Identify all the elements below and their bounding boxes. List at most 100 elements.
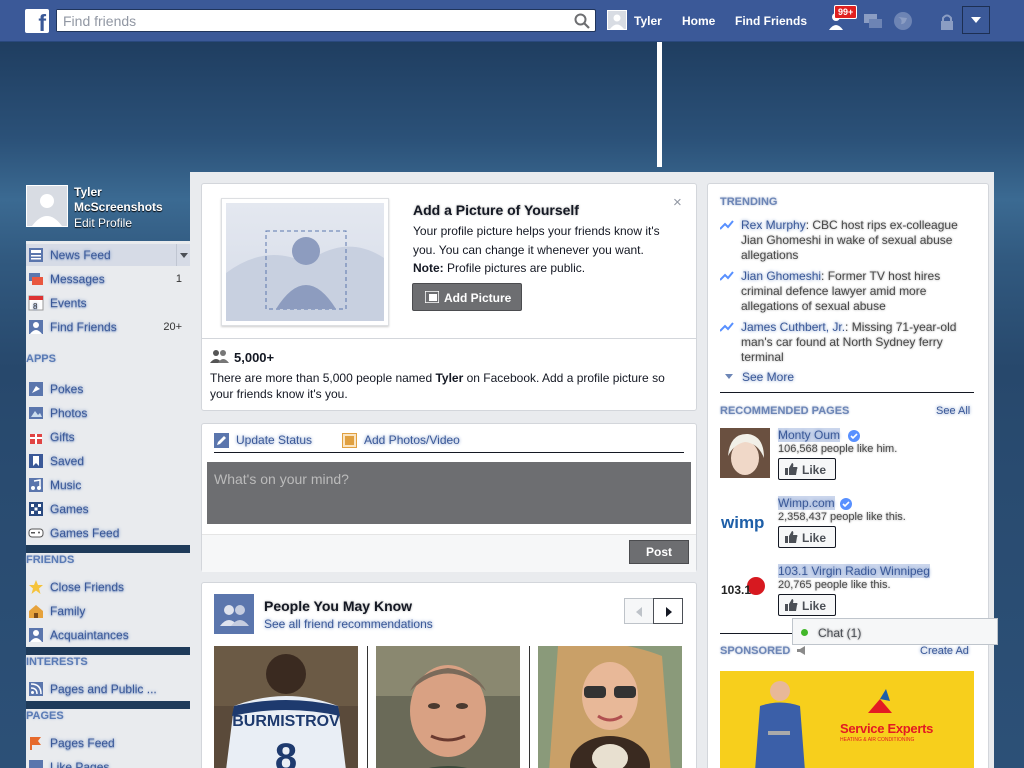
sidebar-item-label: Messages — [50, 272, 105, 286]
sidebar-item-label: Events — [50, 296, 87, 310]
profile-picture-placeholder[interactable] — [221, 198, 389, 326]
see-all-recommendations-link[interactable]: See all friend recommendations — [264, 617, 433, 631]
left-sidebar: News Feed Messages 1 8 Events Find Frien… — [26, 241, 190, 768]
find-friends-link[interactable]: Find Friends — [735, 14, 807, 28]
page-name-link[interactable]: Wimp.com — [778, 496, 835, 510]
page-thumbnail[interactable] — [720, 428, 770, 478]
sidebar-item-pages-and-public[interactable]: Pages and Public ... — [26, 678, 190, 700]
divider — [720, 392, 974, 393]
sponsored-ad-image[interactable]: Service Experts HEATING & AIR CONDITIONI… — [720, 671, 974, 768]
facebook-logo[interactable]: f — [25, 9, 49, 33]
post-button[interactable]: Post — [629, 540, 689, 564]
trending-item[interactable]: Jian Ghomeshi: Former TV host hires crim… — [720, 269, 970, 314]
verified-badge-icon — [840, 498, 852, 510]
search-icon[interactable] — [573, 12, 591, 30]
page-thumbnail[interactable]: wimp — [720, 496, 770, 546]
sidebar-item-news-feed[interactable]: News Feed — [26, 244, 190, 266]
svg-text:103.1: 103.1 — [721, 583, 751, 597]
page-name-link[interactable]: 103.1 Virgin Radio Winnipeg — [778, 564, 930, 578]
games-icon — [29, 502, 43, 516]
sidebar-item-like-pages[interactable]: Like Pages — [26, 756, 190, 768]
megaphone-icon — [797, 646, 806, 655]
sidebar-item-pages-feed[interactable]: Pages Feed — [26, 732, 190, 754]
user-avatar[interactable] — [607, 10, 627, 30]
home-link[interactable]: Home — [682, 14, 715, 28]
trending-arrow-icon — [720, 220, 734, 230]
see-all-link[interactable]: See All — [936, 405, 970, 417]
like-button[interactable]: Like — [778, 594, 836, 616]
sidebar-item-photos[interactable]: Photos — [26, 402, 190, 424]
sidebar-item-music[interactable]: Music — [26, 474, 190, 496]
svg-text:8: 8 — [275, 736, 297, 768]
photo-icon — [342, 433, 357, 448]
messages-icon[interactable] — [862, 10, 884, 32]
sidebar-item-label: Pages and Public ... — [50, 682, 157, 696]
recommended-page: 103.1 103.1 Virgin Radio Winnipeg 20,765… — [720, 564, 980, 624]
like-button[interactable]: Like — [778, 458, 836, 480]
svg-text:BURMISTROV: BURMISTROV — [232, 713, 340, 730]
music-icon — [29, 478, 43, 492]
sidebar-item-gifts[interactable]: Gifts — [26, 426, 190, 448]
svg-text:8: 8 — [33, 302, 38, 311]
trending-arrow-icon — [720, 322, 734, 332]
news-feed-options-button[interactable] — [176, 244, 190, 266]
recommended-page: Monty Oum 106,568 people like him. Like — [720, 428, 980, 488]
sidebar-item-games-feed[interactable]: Games Feed — [26, 522, 190, 544]
sidebar-item-family[interactable]: Family — [26, 600, 190, 622]
profile-avatar[interactable] — [26, 185, 68, 227]
previous-button[interactable] — [624, 598, 654, 624]
people-icon — [214, 594, 254, 634]
search-input[interactable] — [57, 10, 557, 31]
sidebar-item-label: Family — [50, 604, 86, 618]
sidebar-item-messages[interactable]: Messages 1 — [26, 268, 190, 290]
sidebar-item-label: Pokes — [50, 382, 84, 396]
sidebar-item-label: Games Feed — [50, 526, 120, 540]
trending-item[interactable]: Rex Murphy: CBC host rips ex-colleague J… — [720, 218, 970, 263]
online-status-icon — [801, 629, 808, 636]
top-bar: f Tyler Home Find Friends 99+ — [0, 0, 1024, 42]
chevron-down-icon — [971, 17, 981, 23]
next-button[interactable] — [653, 598, 683, 624]
profile-name[interactable]: Tyler McScreenshots — [74, 185, 184, 215]
trending-item[interactable]: James Cuthbert, Jr.: Missing 71-year-old… — [720, 320, 970, 365]
sidebar-section-interests: INTERESTS — [26, 647, 190, 669]
like-button[interactable]: Like — [778, 526, 836, 548]
composer-tabs: Update Status Add Photos/Video — [214, 431, 684, 453]
sidebar-item-events[interactable]: 8 Events — [26, 292, 190, 314]
sidebar-item-find-friends[interactable]: Find Friends 20+ — [26, 316, 190, 338]
flag-icon — [30, 737, 41, 750]
settings-dropdown-button[interactable] — [962, 6, 990, 34]
profile-card: Tyler McScreenshots Edit Profile — [26, 183, 190, 233]
like-pages-icon — [29, 760, 43, 768]
chat-bar[interactable]: Chat (1) — [792, 618, 998, 645]
sidebar-item-acquaintances[interactable]: Acquaintances — [26, 624, 190, 646]
sidebar-item-saved[interactable]: Saved — [26, 450, 190, 472]
privacy-lock-icon[interactable] — [938, 12, 960, 34]
tab-update-status[interactable]: Update Status — [236, 433, 312, 447]
user-name-link[interactable]: Tyler — [634, 14, 662, 28]
news-feed-icon — [29, 248, 43, 262]
chevron-down-icon — [180, 253, 188, 258]
sidebar-item-close-friends[interactable]: Close Friends — [26, 576, 190, 598]
trending-header: TRENDING — [720, 196, 778, 208]
tab-add-photos-video[interactable]: Add Photos/Video — [364, 433, 460, 447]
page-thumbnail[interactable]: 103.1 — [720, 564, 770, 614]
close-icon[interactable]: × — [673, 194, 682, 211]
create-ad-link[interactable]: Create Ad — [920, 645, 969, 657]
notification-count-badge: 99+ — [834, 5, 858, 19]
divider — [529, 646, 530, 768]
status-input[interactable]: What's on your mind? — [207, 462, 691, 524]
globe-icon[interactable] — [892, 10, 914, 32]
sidebar-item-games[interactable]: Games — [26, 498, 190, 520]
suggested-person-photo[interactable] — [376, 646, 520, 768]
divider — [202, 338, 696, 339]
add-picture-button[interactable]: Add Picture — [412, 283, 522, 311]
see-more-link[interactable]: See More — [742, 370, 794, 384]
status-composer: Update Status Add Photos/Video What's on… — [201, 423, 697, 572]
edit-profile-link[interactable]: Edit Profile — [74, 216, 132, 230]
sidebar-item-pokes[interactable]: Pokes — [26, 378, 190, 400]
sidebar-item-label: Close Friends — [50, 580, 125, 594]
page-name-link[interactable]: Monty Oum — [778, 428, 841, 442]
suggested-person-photo[interactable] — [538, 646, 682, 768]
suggested-person-photo[interactable]: BURMISTROV 8 — [214, 646, 358, 768]
